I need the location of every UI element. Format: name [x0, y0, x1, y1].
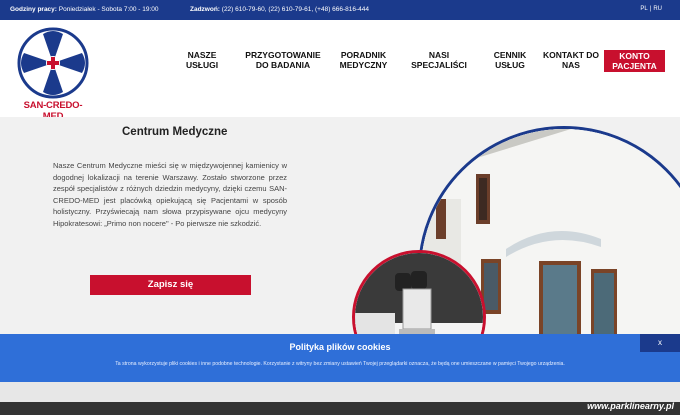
intro-paragraph: Nasze Centrum Medyczne mieści się w międ… [53, 161, 287, 228]
nav-label: KONTAKT DO [542, 50, 600, 60]
phone-label: Zadzwoń: [190, 6, 220, 13]
working-hours-label: Godziny pracy: [10, 6, 57, 13]
nav-item-preparation[interactable]: PRZYGOTOWANIE DO BADANIA [245, 50, 321, 70]
nav-label: USŁUG [495, 60, 525, 70]
nav-label: NAS [562, 60, 580, 70]
main-nav: NASZE USŁUGI PRZYGOTOWANIE DO BADANIA PO… [0, 50, 680, 78]
lang-ru[interactable]: RU [653, 6, 662, 12]
nav-item-pricing[interactable]: CENNIK USŁUG [490, 50, 530, 70]
nav-label: PRZYGOTOWANIE [245, 50, 321, 60]
nav-item-guide[interactable]: PORADNIK MEDYCZNY [336, 50, 391, 70]
phone-value[interactable]: (22) 610-79-60, (22) 610-79-61, (+48) 66… [222, 6, 369, 13]
cookie-close-button[interactable]: x [640, 334, 680, 352]
nav-label: NASI [428, 50, 450, 60]
signup-button[interactable]: Zapisz się [90, 275, 251, 295]
nav-item-services[interactable]: NASZE USŁUGI [182, 50, 222, 70]
patient-account-button[interactable]: KONTO PACJENTA [604, 50, 665, 72]
site-header: SAN-CREDO-MED NASZE USŁUGI PRZYGOTOWANIE… [0, 20, 680, 122]
nav-item-specialists[interactable]: NASI SPECJALIŚCI [410, 50, 468, 70]
lang-pl[interactable]: PL [640, 6, 647, 12]
page-title: Centrum Medyczne [122, 126, 228, 138]
nav-label: USŁUGI [185, 60, 219, 70]
watermark: www.parklinearny.pl [587, 401, 674, 411]
cookie-title: Polityka plików cookies [289, 342, 391, 352]
nav-label: PACJENTA [612, 61, 657, 71]
cookie-banner: Polityka plików cookies Ta strona wykorz… [0, 334, 680, 382]
nav-label: DO BADANIA [255, 60, 311, 70]
nav-label: SPECJALIŚCI [411, 60, 467, 70]
language-switcher: PL | RU [640, 6, 662, 12]
phone-numbers: Zadzwoń: (22) 610-79-60, (22) 610-79-61,… [190, 6, 369, 13]
nav-label: KONTO [619, 51, 650, 61]
top-info-bar: Godziny pracy: Poniedziałek - Sobota 7:0… [0, 0, 680, 20]
working-hours-value: Poniedziałek - Sobota 7:00 - 19:00 [58, 6, 159, 13]
nav-label: CENNIK [493, 50, 527, 60]
nav-item-contact[interactable]: KONTAKT DO NAS [542, 50, 600, 70]
cookie-text: Ta strona wykorzystuje pliki cookies i i… [115, 361, 565, 367]
working-hours: Godziny pracy: Poniedziałek - Sobota 7:0… [10, 6, 159, 13]
nav-label: PORADNIK [340, 50, 387, 60]
bottom-band [0, 382, 680, 402]
footer-strip [0, 402, 680, 415]
nav-label: NASZE [187, 50, 217, 60]
nav-label: MEDYCZNY [339, 60, 388, 70]
